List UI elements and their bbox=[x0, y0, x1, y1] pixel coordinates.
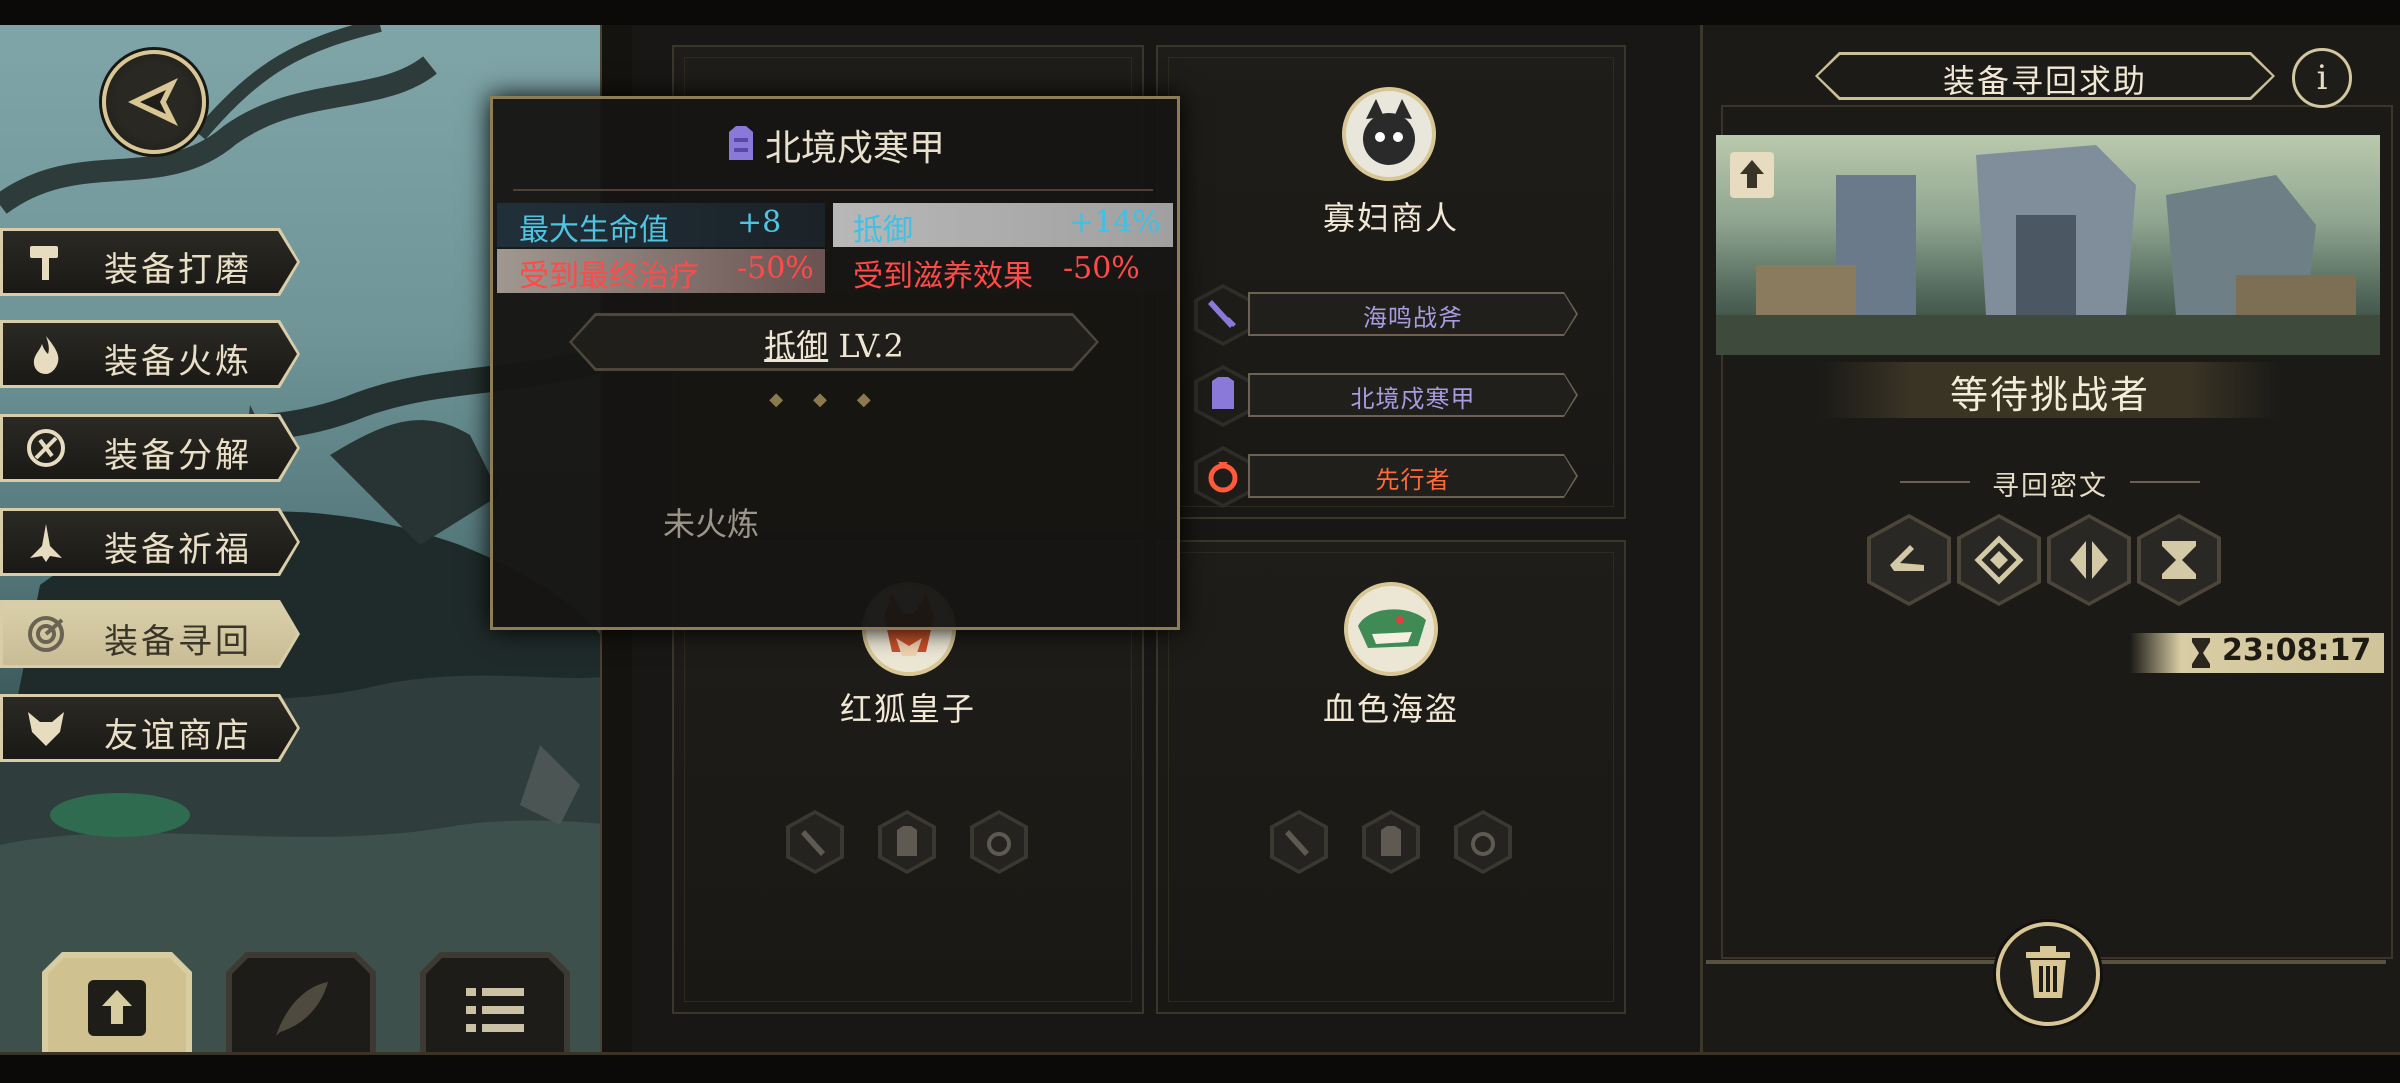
retrieve-icon bbox=[28, 616, 64, 652]
hourglass-icon bbox=[2192, 638, 2210, 668]
feather-tab[interactable] bbox=[226, 952, 376, 1052]
menu-item-friendship-shop[interactable]: 友谊商店 bbox=[0, 694, 300, 762]
menu-item-disassemble[interactable]: 装备分解 bbox=[0, 414, 300, 482]
flame-icon bbox=[33, 336, 59, 374]
ring-outline-icon bbox=[987, 832, 1011, 856]
upload-icon bbox=[88, 980, 146, 1036]
rune-1-icon bbox=[1890, 545, 1924, 571]
widow-avatar bbox=[1342, 87, 1436, 181]
stat-resist: 抵御 +14% bbox=[833, 203, 1173, 248]
refine-status: 未火炼 bbox=[662, 505, 759, 543]
sword-outline-icon bbox=[1285, 830, 1309, 856]
pirate-avatar bbox=[1344, 582, 1438, 676]
list-icon bbox=[466, 988, 524, 1032]
sword-outline-icon bbox=[801, 830, 825, 856]
info-button[interactable]: i bbox=[2292, 48, 2352, 108]
menu-item-bless[interactable]: 装备祈福 bbox=[0, 508, 300, 576]
menu-item-label: 装备分解 bbox=[104, 436, 252, 476]
back-arrow-icon bbox=[128, 78, 178, 126]
skill-name[interactable]: 抵御 bbox=[764, 327, 828, 365]
equip-name: 北境戍寒甲 bbox=[1350, 385, 1476, 413]
menu-item-label: 友谊商店 bbox=[104, 716, 252, 756]
empty-armor-slot[interactable] bbox=[1362, 810, 1420, 874]
armor-outline-icon bbox=[1381, 826, 1401, 856]
equip-slot-armor[interactable]: 北境戍寒甲 bbox=[1194, 365, 1594, 427]
ring-outline-icon bbox=[1471, 832, 1495, 856]
character-name: 红狐皇子 bbox=[839, 690, 976, 728]
equipment-tooltip: 北境戍寒甲 最大生命值 +8 抵御 +14% 受到最终治疗 -50% 受到滋养效… bbox=[490, 96, 1180, 630]
stat-max-hp: 最大生命值 +8 bbox=[497, 203, 825, 248]
armor-icon bbox=[1212, 377, 1234, 409]
trash-icon bbox=[2026, 946, 2070, 998]
character-card-widow[interactable]: 寡妇商人 海鸣战斧 北境戍寒甲 先行者 bbox=[1156, 45, 1626, 519]
rune-section-label: 寻回密文 bbox=[1992, 471, 2108, 502]
equip-slot-accessory[interactable]: 先行者 bbox=[1194, 446, 1594, 508]
empty-ring-slot[interactable] bbox=[1454, 810, 1512, 874]
panel-title: 装备寻回求助 bbox=[1942, 62, 2147, 100]
menu-item-label: 装备打磨 bbox=[104, 250, 252, 290]
back-button[interactable] bbox=[102, 50, 206, 154]
menu-item-label: 装备祈福 bbox=[104, 530, 252, 570]
abandon-button[interactable] bbox=[1996, 922, 2100, 1026]
pray-icon bbox=[30, 524, 62, 562]
character-name: 寡妇商人 bbox=[1322, 199, 1459, 237]
ring-icon bbox=[1208, 462, 1238, 493]
character-card-pirate[interactable]: 血色海盗 bbox=[1156, 540, 1626, 1014]
rune-3-icon bbox=[2070, 541, 2108, 579]
upload-tab[interactable] bbox=[42, 952, 192, 1052]
sword-icon bbox=[1208, 300, 1236, 328]
equip-name: 先行者 bbox=[1375, 466, 1451, 494]
armor-outline-icon bbox=[897, 826, 917, 856]
hammer-icon bbox=[30, 246, 58, 280]
stat-final-heal: 受到最终治疗 -50% bbox=[497, 249, 825, 294]
stat-nourish: 受到滋养效果 -50% bbox=[833, 249, 1173, 294]
character-name: 血色海盗 bbox=[1322, 690, 1459, 728]
panel-title-banner: 装备寻回求助 bbox=[1815, 52, 2275, 100]
countdown-timer: 23:08:17 bbox=[2222, 633, 2372, 668]
armor-icon bbox=[728, 126, 753, 160]
level-diamonds: ◆◆◆ bbox=[769, 389, 901, 410]
challenge-status: 等待挑战者 bbox=[1949, 373, 2150, 417]
menu-item-polish[interactable]: 装备打磨 bbox=[0, 228, 300, 296]
menu-item-retrieve[interactable]: 装备寻回 bbox=[0, 600, 300, 668]
top-frame-bar bbox=[0, 0, 2400, 28]
menu-item-label: 装备寻回 bbox=[104, 622, 252, 662]
rune-4-icon bbox=[2162, 541, 2196, 579]
upload-icon bbox=[1740, 160, 1764, 188]
empty-ring-slot[interactable] bbox=[970, 810, 1028, 874]
equip-name: 海鸣战斧 bbox=[1363, 304, 1463, 332]
divider-right bbox=[2130, 481, 2200, 483]
equip-slot-weapon[interactable]: 海鸣战斧 bbox=[1194, 284, 1594, 346]
skill-banner: 抵御 LV.2 bbox=[569, 313, 1099, 371]
menu-item-label: 装备火炼 bbox=[104, 342, 252, 382]
feather-icon bbox=[276, 982, 328, 1036]
empty-weapon-slot[interactable] bbox=[786, 810, 844, 874]
fox-icon bbox=[28, 712, 64, 746]
bottom-frame-bar bbox=[0, 1052, 2400, 1083]
divider bbox=[513, 189, 1153, 191]
challenge-preview-image bbox=[1716, 135, 2380, 355]
rune-2-icon bbox=[1974, 535, 2024, 585]
skill-level: LV.2 bbox=[838, 327, 904, 365]
menu-item-refine[interactable]: 装备火炼 bbox=[0, 320, 300, 388]
disassemble-icon bbox=[27, 429, 65, 467]
empty-armor-slot[interactable] bbox=[878, 810, 936, 874]
tooltip-title: 北境戍寒甲 bbox=[764, 128, 945, 169]
list-tab[interactable] bbox=[420, 952, 570, 1052]
empty-weapon-slot[interactable] bbox=[1270, 810, 1328, 874]
share-button[interactable] bbox=[1730, 152, 1774, 198]
tooltip-title-row: 北境戍寒甲 bbox=[493, 119, 1177, 171]
